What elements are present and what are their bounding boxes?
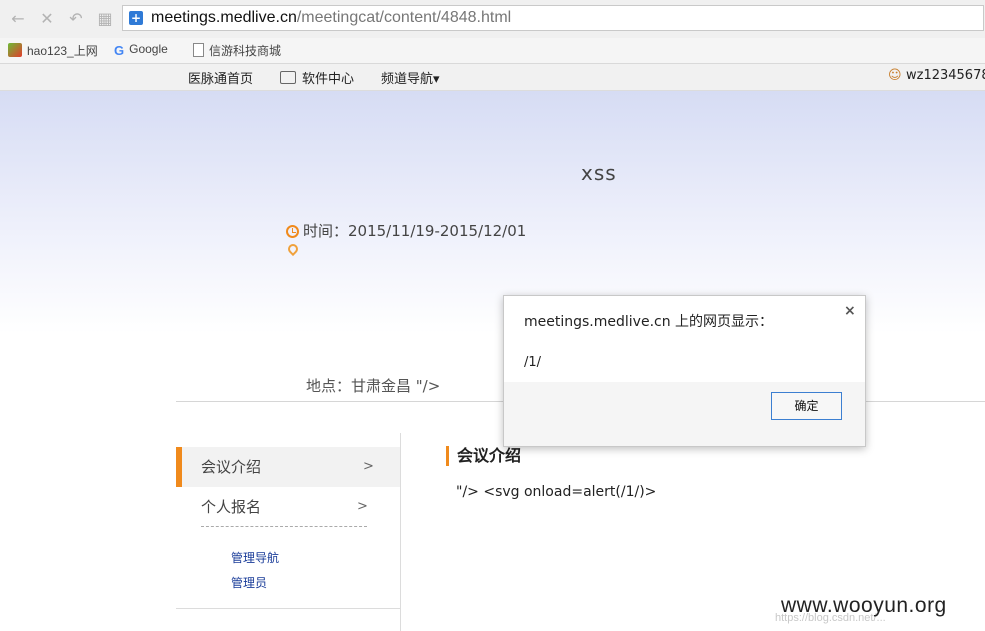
hao123-icon [8, 43, 22, 57]
nav-label: 频道导航 [381, 72, 434, 87]
monitor-icon [280, 71, 296, 84]
chevron-right-icon: > [363, 459, 374, 474]
sidebar-bottom-line [176, 608, 400, 609]
back-icon[interactable]: ← [8, 9, 28, 29]
undo-icon[interactable]: ↶ [66, 9, 86, 29]
site-shield-icon: + [129, 11, 143, 25]
sidebar-sublink-admin-nav[interactable]: 管理导航 [231, 549, 279, 566]
sidebar-divider [400, 433, 401, 631]
meeting-time-text: 时间：2015/11/19-2015/12/01 [303, 222, 527, 240]
bookmark-label: 信游科技商城 [209, 44, 282, 58]
bookmark-hao123[interactable]: hao123_上网 [8, 42, 98, 59]
sidebar-item-intro[interactable]: 会议介绍 > [176, 447, 400, 487]
dialog-footer: 确定 [504, 382, 865, 446]
content-text: "/> <svg onload=alert(/1/)> [456, 484, 657, 500]
watermark: www.wooyun.org [781, 594, 947, 617]
bookmark-google[interactable]: G Google [114, 42, 168, 58]
nav-user[interactable]: ☺ wz123456789 [888, 68, 985, 83]
meeting-title: xss [581, 161, 617, 185]
sidebar-item-register[interactable]: 个人报名 > [176, 487, 400, 527]
bookmarks-bar: hao123_上网 G Google 信游科技商城 [0, 38, 985, 64]
username: wz123456789 [906, 68, 985, 83]
page-icon [193, 43, 204, 57]
chevron-right-icon: > [357, 499, 368, 514]
ok-button[interactable]: 确定 [771, 392, 842, 420]
bookmark-shop[interactable]: 信游科技商城 [193, 42, 281, 59]
browser-toolbar: ← ✕ ↶ ▦ + meetings.medlive.cn/meetingcat… [0, 0, 985, 39]
dialog-title: meetings.medlive.cn 上的网页显示： [524, 314, 774, 330]
alert-dialog: meetings.medlive.cn 上的网页显示： × /1/ 确定 [503, 295, 866, 447]
nav-software[interactable]: 软件中心 [280, 68, 354, 87]
dialog-header: meetings.medlive.cn 上的网页显示： × [504, 296, 865, 340]
url-domain: meetings.medlive.cn [151, 9, 297, 26]
user-icon: ☺ [888, 68, 902, 83]
stop-icon[interactable]: ✕ [37, 9, 57, 29]
close-icon[interactable]: × [844, 303, 856, 319]
bookmark-label: hao123_上网 [27, 44, 98, 58]
site-top-nav: 医脉通首页 软件中心 频道导航▾ ☺ wz123456789 [0, 64, 985, 91]
bookmark-label: Google [129, 42, 168, 56]
address-bar[interactable]: + meetings.medlive.cn/meetingcat/content… [122, 5, 984, 31]
caret-down-icon: ▾ [433, 72, 440, 87]
url-text[interactable]: meetings.medlive.cn/meetingcat/content/4… [151, 9, 511, 27]
google-icon: G [114, 43, 125, 58]
tabs-grid-icon[interactable]: ▦ [95, 9, 115, 29]
content-heading: 会议介绍 [446, 446, 521, 466]
sidebar-sublink-admin[interactable]: 管理员 [231, 574, 267, 591]
dialog-message: /1/ [524, 355, 542, 370]
sidebar-menu: 会议介绍 > 个人报名 > [176, 447, 400, 527]
url-path: /meetingcat/content/4848.html [296, 9, 512, 26]
meeting-time: 时间：2015/11/19-2015/12/01 [286, 220, 526, 241]
nav-home[interactable]: 医脉通首页 [188, 68, 253, 87]
sidebar-item-label: 个人报名 [201, 498, 262, 516]
sidebar-item-label: 会议介绍 [201, 458, 262, 476]
meeting-location: 地点：甘肃金昌 "/> [306, 377, 441, 395]
nav-channels[interactable]: 频道导航▾ [381, 68, 440, 87]
nav-label: 软件中心 [302, 72, 355, 87]
clock-icon [286, 225, 299, 238]
